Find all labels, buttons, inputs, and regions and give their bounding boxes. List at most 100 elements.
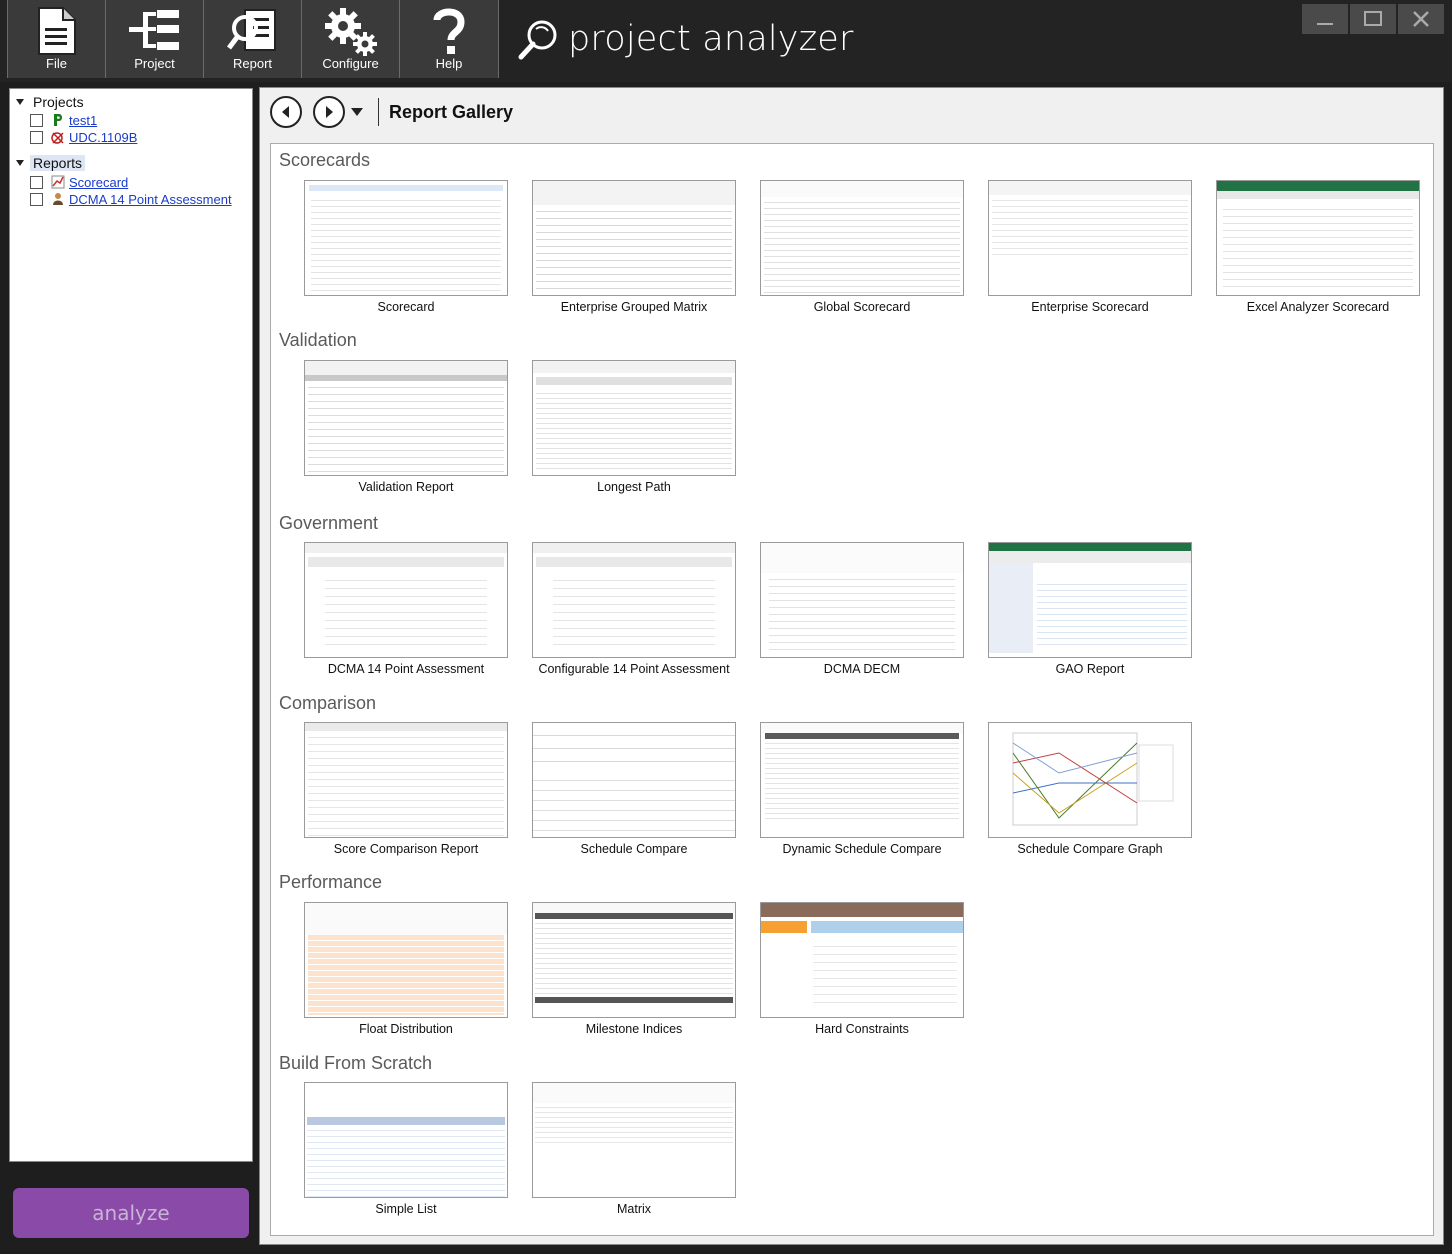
expand-triangle-icon[interactable] [16, 99, 24, 105]
close-button[interactable] [1398, 4, 1444, 34]
gallery-item-score-comparison-report[interactable]: Score Comparison Report [304, 722, 508, 856]
gallery-item-matrix[interactable]: Matrix [532, 1082, 736, 1216]
thumbnail-image [760, 180, 964, 296]
nav-separator [378, 98, 379, 126]
gears-icon [324, 8, 377, 56]
thumbnail-image [532, 542, 736, 658]
tree-projects-node[interactable]: Projects [16, 94, 87, 110]
gallery-item-excel-analyzer-scorecard[interactable]: Excel Analyzer Scorecard [1216, 180, 1420, 314]
main-toolbar: File Project Report Configure Help proje… [0, 0, 1452, 82]
tree-item-project[interactable]: test1 [30, 112, 97, 128]
gallery-item-label: Longest Path [597, 480, 671, 494]
tree-item-report[interactable]: Scorecard [30, 174, 128, 190]
gallery-item-dynamic-schedule-compare[interactable]: Dynamic Schedule Compare [760, 722, 964, 856]
section-title-scorecards: Scorecards [279, 150, 371, 170]
report-button[interactable]: Report [204, 0, 302, 78]
maximize-icon [1364, 11, 1382, 26]
gallery-item-gao-report[interactable]: GAO Report [988, 542, 1192, 676]
gallery-item-label: Enterprise Scorecard [1031, 300, 1149, 314]
reports-label: Reports [30, 155, 86, 171]
report-search-icon [226, 9, 276, 51]
gallery-title: Report Gallery [389, 101, 514, 122]
thumbnail-image [304, 1082, 508, 1198]
gallery-item-enterprise-grouped-matrix[interactable]: Enterprise Grouped Matrix [532, 180, 736, 314]
report-checkbox[interactable] [30, 192, 43, 206]
expand-triangle-icon[interactable] [16, 160, 24, 166]
project-link[interactable]: test1 [69, 113, 97, 128]
tree-reports-node[interactable]: Reports [16, 155, 86, 171]
project-error-icon [51, 130, 65, 144]
gallery-item-configurable-14-point-assessment[interactable]: Configurable 14 Point Assessment [532, 542, 736, 676]
gallery-item-label: Matrix [616, 1202, 652, 1216]
gallery-item-float-distribution[interactable]: Float Distribution [304, 902, 508, 1036]
report-checkbox[interactable] [30, 175, 43, 189]
magnifier-logo-icon [518, 20, 557, 60]
gallery-item-label: Validation Report [358, 480, 454, 494]
toolbar-button-group: File Project Report Configure Help [7, 0, 499, 78]
gallery-item-label: Dynamic Schedule Compare [782, 842, 942, 856]
report-link[interactable]: DCMA 14 Point Assessment [69, 192, 232, 207]
gallery-item-label: DCMA DECM [823, 662, 901, 676]
thumbnail-image [304, 542, 508, 658]
history-dropdown-icon[interactable] [350, 107, 364, 117]
section-title-government: Government [279, 513, 379, 533]
gallery-item-label: Milestone Indices [585, 1022, 683, 1036]
gallery-item-label: Global Scorecard [813, 300, 911, 314]
gallery-item-label: Schedule Compare [580, 842, 688, 856]
thumbnail-image [1216, 180, 1420, 296]
gallery-item-dcma-decm[interactable]: DCMA DECM [760, 542, 964, 676]
gallery-item-dcma-14-point-assessment[interactable]: DCMA 14 Point Assessment [304, 542, 508, 676]
hierarchy-icon [128, 10, 179, 50]
gallery-content: Scorecards Scorecard Enterprise Grouped … [270, 143, 1434, 1236]
gallery-item-label: DCMA 14 Point Assessment [327, 662, 485, 676]
file-button[interactable]: File [8, 0, 106, 78]
project-tree-panel: Projects test1 UDC.1109B Reports Scoreca… [9, 88, 253, 1162]
forward-button[interactable] [313, 96, 345, 128]
thumbnail-image [760, 722, 964, 838]
gallery-item-scorecard[interactable]: Scorecard [304, 180, 508, 314]
thumbnail-image [532, 180, 736, 296]
gallery-item-hard-constraints[interactable]: Hard Constraints [760, 902, 964, 1036]
report-link[interactable]: Scorecard [69, 175, 128, 190]
report-gallery-panel: Report Gallery Scorecards Scorecard Ente… [259, 87, 1444, 1245]
projects-label: Projects [33, 94, 84, 110]
gallery-item-enterprise-scorecard[interactable]: Enterprise Scorecard [988, 180, 1192, 314]
gallery-item-schedule-compare[interactable]: Schedule Compare [532, 722, 736, 856]
gallery-item-label: Score Comparison Report [333, 842, 479, 856]
document-icon [37, 7, 76, 55]
help-button-label: Help [435, 56, 463, 71]
gallery-item-milestone-indices[interactable]: Milestone Indices [532, 902, 736, 1036]
project-checkbox[interactable] [30, 113, 43, 127]
project-link[interactable]: UDC.1109B [69, 130, 137, 145]
app-name: project analyzer [568, 19, 854, 59]
project-button[interactable]: Project [106, 0, 204, 78]
arrow-left-icon [282, 106, 289, 118]
help-button[interactable]: Help [400, 0, 498, 78]
thumbnail-image [532, 1082, 736, 1198]
arrow-right-icon [326, 106, 333, 118]
tree-item-report[interactable]: DCMA 14 Point Assessment [30, 191, 232, 207]
tree-item-project[interactable]: UDC.1109B [30, 129, 137, 145]
gallery-item-longest-path[interactable]: Longest Path [532, 360, 736, 494]
project-checkbox[interactable] [30, 130, 43, 144]
file-button-label: File [46, 56, 67, 71]
section-title-build-from-scratch: Build From Scratch [279, 1053, 433, 1073]
gallery-item-schedule-compare-graph[interactable]: Schedule Compare Graph [988, 722, 1192, 856]
gallery-item-validation-report[interactable]: Validation Report [304, 360, 508, 494]
thumbnail-image [988, 180, 1192, 296]
thumbnail-image [532, 902, 736, 1018]
scorecard-icon [51, 175, 65, 189]
thumbnail-image [988, 722, 1192, 838]
minimize-button[interactable] [1302, 4, 1348, 34]
back-button[interactable] [270, 96, 302, 128]
analyze-button[interactable]: analyze [13, 1188, 249, 1238]
gallery-item-global-scorecard[interactable]: Global Scorecard [760, 180, 964, 314]
configure-button[interactable]: Configure [302, 0, 400, 78]
maximize-button[interactable] [1350, 4, 1396, 34]
section-title-validation: Validation [279, 330, 357, 350]
thumbnail-image [304, 360, 508, 476]
app-logo: project analyzer [516, 16, 854, 62]
thumbnail-image [532, 722, 736, 838]
thumbnail-image [760, 902, 964, 1018]
gallery-item-simple-list[interactable]: Simple List [304, 1082, 508, 1216]
